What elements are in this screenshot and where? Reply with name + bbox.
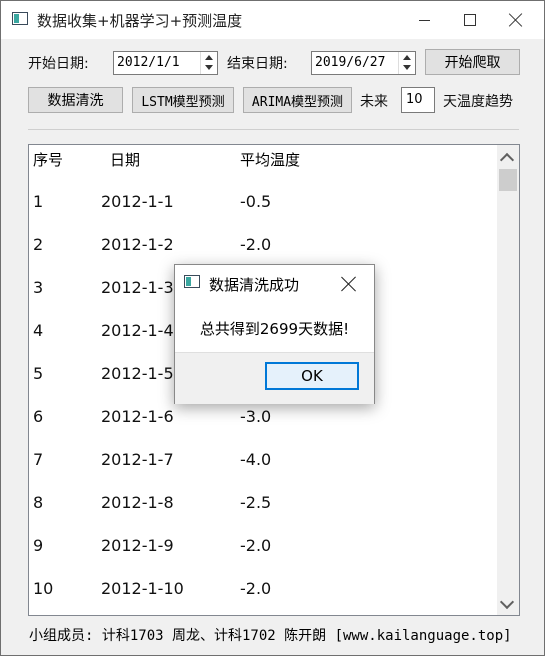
row-temp: -2.5 xyxy=(240,493,272,512)
row-index: 5 xyxy=(33,364,44,383)
row-date: 2012-1-4 xyxy=(101,321,174,340)
spin-up-icon xyxy=(403,55,411,60)
separator-line xyxy=(28,129,519,130)
row-temp: -2.0 xyxy=(240,235,272,254)
minimize-icon xyxy=(418,19,430,21)
arima-predict-button[interactable]: ARIMA模型预测 xyxy=(243,87,352,113)
clean-success-dialog: 数据清洗成功 总共得到2699天数据! OK xyxy=(174,264,375,404)
row-date: 2012-1-10 xyxy=(101,579,184,598)
row-date: 2012-1-7 xyxy=(101,450,174,469)
end-date-value: 2019/6/27 xyxy=(315,55,386,70)
row-index: 4 xyxy=(33,321,44,340)
window-title: 数据收集+机器学习+预测温度 xyxy=(37,12,243,30)
dialog-footer: OK xyxy=(175,352,374,404)
start-date-value: 2012/1/1 xyxy=(117,55,180,70)
close-icon xyxy=(509,13,523,27)
spin-down-icon xyxy=(403,65,411,70)
data-clean-button[interactable]: 数据清洗 xyxy=(28,87,123,113)
scroll-thumb[interactable] xyxy=(499,169,517,191)
row-temp: -2.0 xyxy=(240,536,272,555)
row-index: 2 xyxy=(33,235,44,254)
ok-button[interactable]: OK xyxy=(265,362,359,390)
future-label: 未来 xyxy=(360,94,388,110)
column-header-index: 序号 xyxy=(33,151,64,169)
dialog-close-icon[interactable] xyxy=(341,276,357,292)
row-temp: -0.5 xyxy=(240,192,272,211)
row-date: 2012-1-5 xyxy=(101,364,174,383)
row-date: 2012-1-9 xyxy=(101,536,174,555)
lstm-predict-button[interactable]: LSTM模型预测 xyxy=(132,87,234,113)
row-date: 2012-1-1 xyxy=(101,192,174,211)
row-index: 1 xyxy=(33,192,44,211)
end-date-picker[interactable]: 2019/6/27 xyxy=(311,51,416,75)
column-header-avg-temp: 平均温度 xyxy=(240,151,301,169)
row-index: 9 xyxy=(33,536,44,555)
close-button[interactable] xyxy=(493,1,539,39)
maximize-button[interactable] xyxy=(447,1,493,39)
dialog-message: 总共得到2699天数据! xyxy=(199,320,350,338)
start-date-spinner[interactable] xyxy=(200,52,217,74)
vertical-scrollbar[interactable] xyxy=(497,145,519,615)
trend-label: 天温度趋势 xyxy=(443,94,513,110)
row-date: 2012-1-8 xyxy=(101,493,174,512)
row-index: 6 xyxy=(33,407,44,426)
column-header-date: 日期 xyxy=(110,151,141,169)
row-temp: -3.0 xyxy=(240,407,272,426)
start-date-label: 开始日期: xyxy=(28,56,89,72)
scroll-down-icon[interactable] xyxy=(499,594,515,610)
end-date-label: 结束日期: xyxy=(227,56,288,72)
row-temp: -4.0 xyxy=(240,450,272,469)
main-window: 数据收集+机器学习+预测温度 开始日期: 2012/1/1 结束日期: 2019… xyxy=(0,0,545,656)
start-date-picker[interactable]: 2012/1/1 xyxy=(113,51,218,75)
dialog-title-bar[interactable]: 数据清洗成功 xyxy=(175,265,374,303)
row-date: 2012-1-2 xyxy=(101,235,174,254)
row-index: 8 xyxy=(33,493,44,512)
row-index: 3 xyxy=(33,278,44,297)
scroll-up-icon[interactable] xyxy=(499,152,515,168)
spin-down-icon xyxy=(205,65,213,70)
row-temp: -2.0 xyxy=(240,579,272,598)
footer-members: 小组成员: 计科1703 周龙、计科1702 陈开朗 [www.kailangu… xyxy=(29,628,512,644)
maximize-icon xyxy=(464,14,476,26)
dialog-window-icon xyxy=(184,275,200,288)
end-date-spinner[interactable] xyxy=(398,52,415,74)
spin-up-icon xyxy=(205,55,213,60)
app-window-icon xyxy=(12,12,28,25)
row-index: 10 xyxy=(33,579,54,598)
row-date: 2012-1-6 xyxy=(101,407,174,426)
title-bar[interactable]: 数据收集+机器学习+预测温度 xyxy=(1,1,544,39)
start-crawl-button[interactable]: 开始爬取 xyxy=(425,49,520,75)
days-input[interactable]: 10 xyxy=(401,87,435,113)
row-index: 7 xyxy=(33,450,44,469)
minimize-button[interactable] xyxy=(401,1,447,39)
dialog-title: 数据清洗成功 xyxy=(209,276,300,294)
row-date: 2012-1-3 xyxy=(101,278,174,297)
